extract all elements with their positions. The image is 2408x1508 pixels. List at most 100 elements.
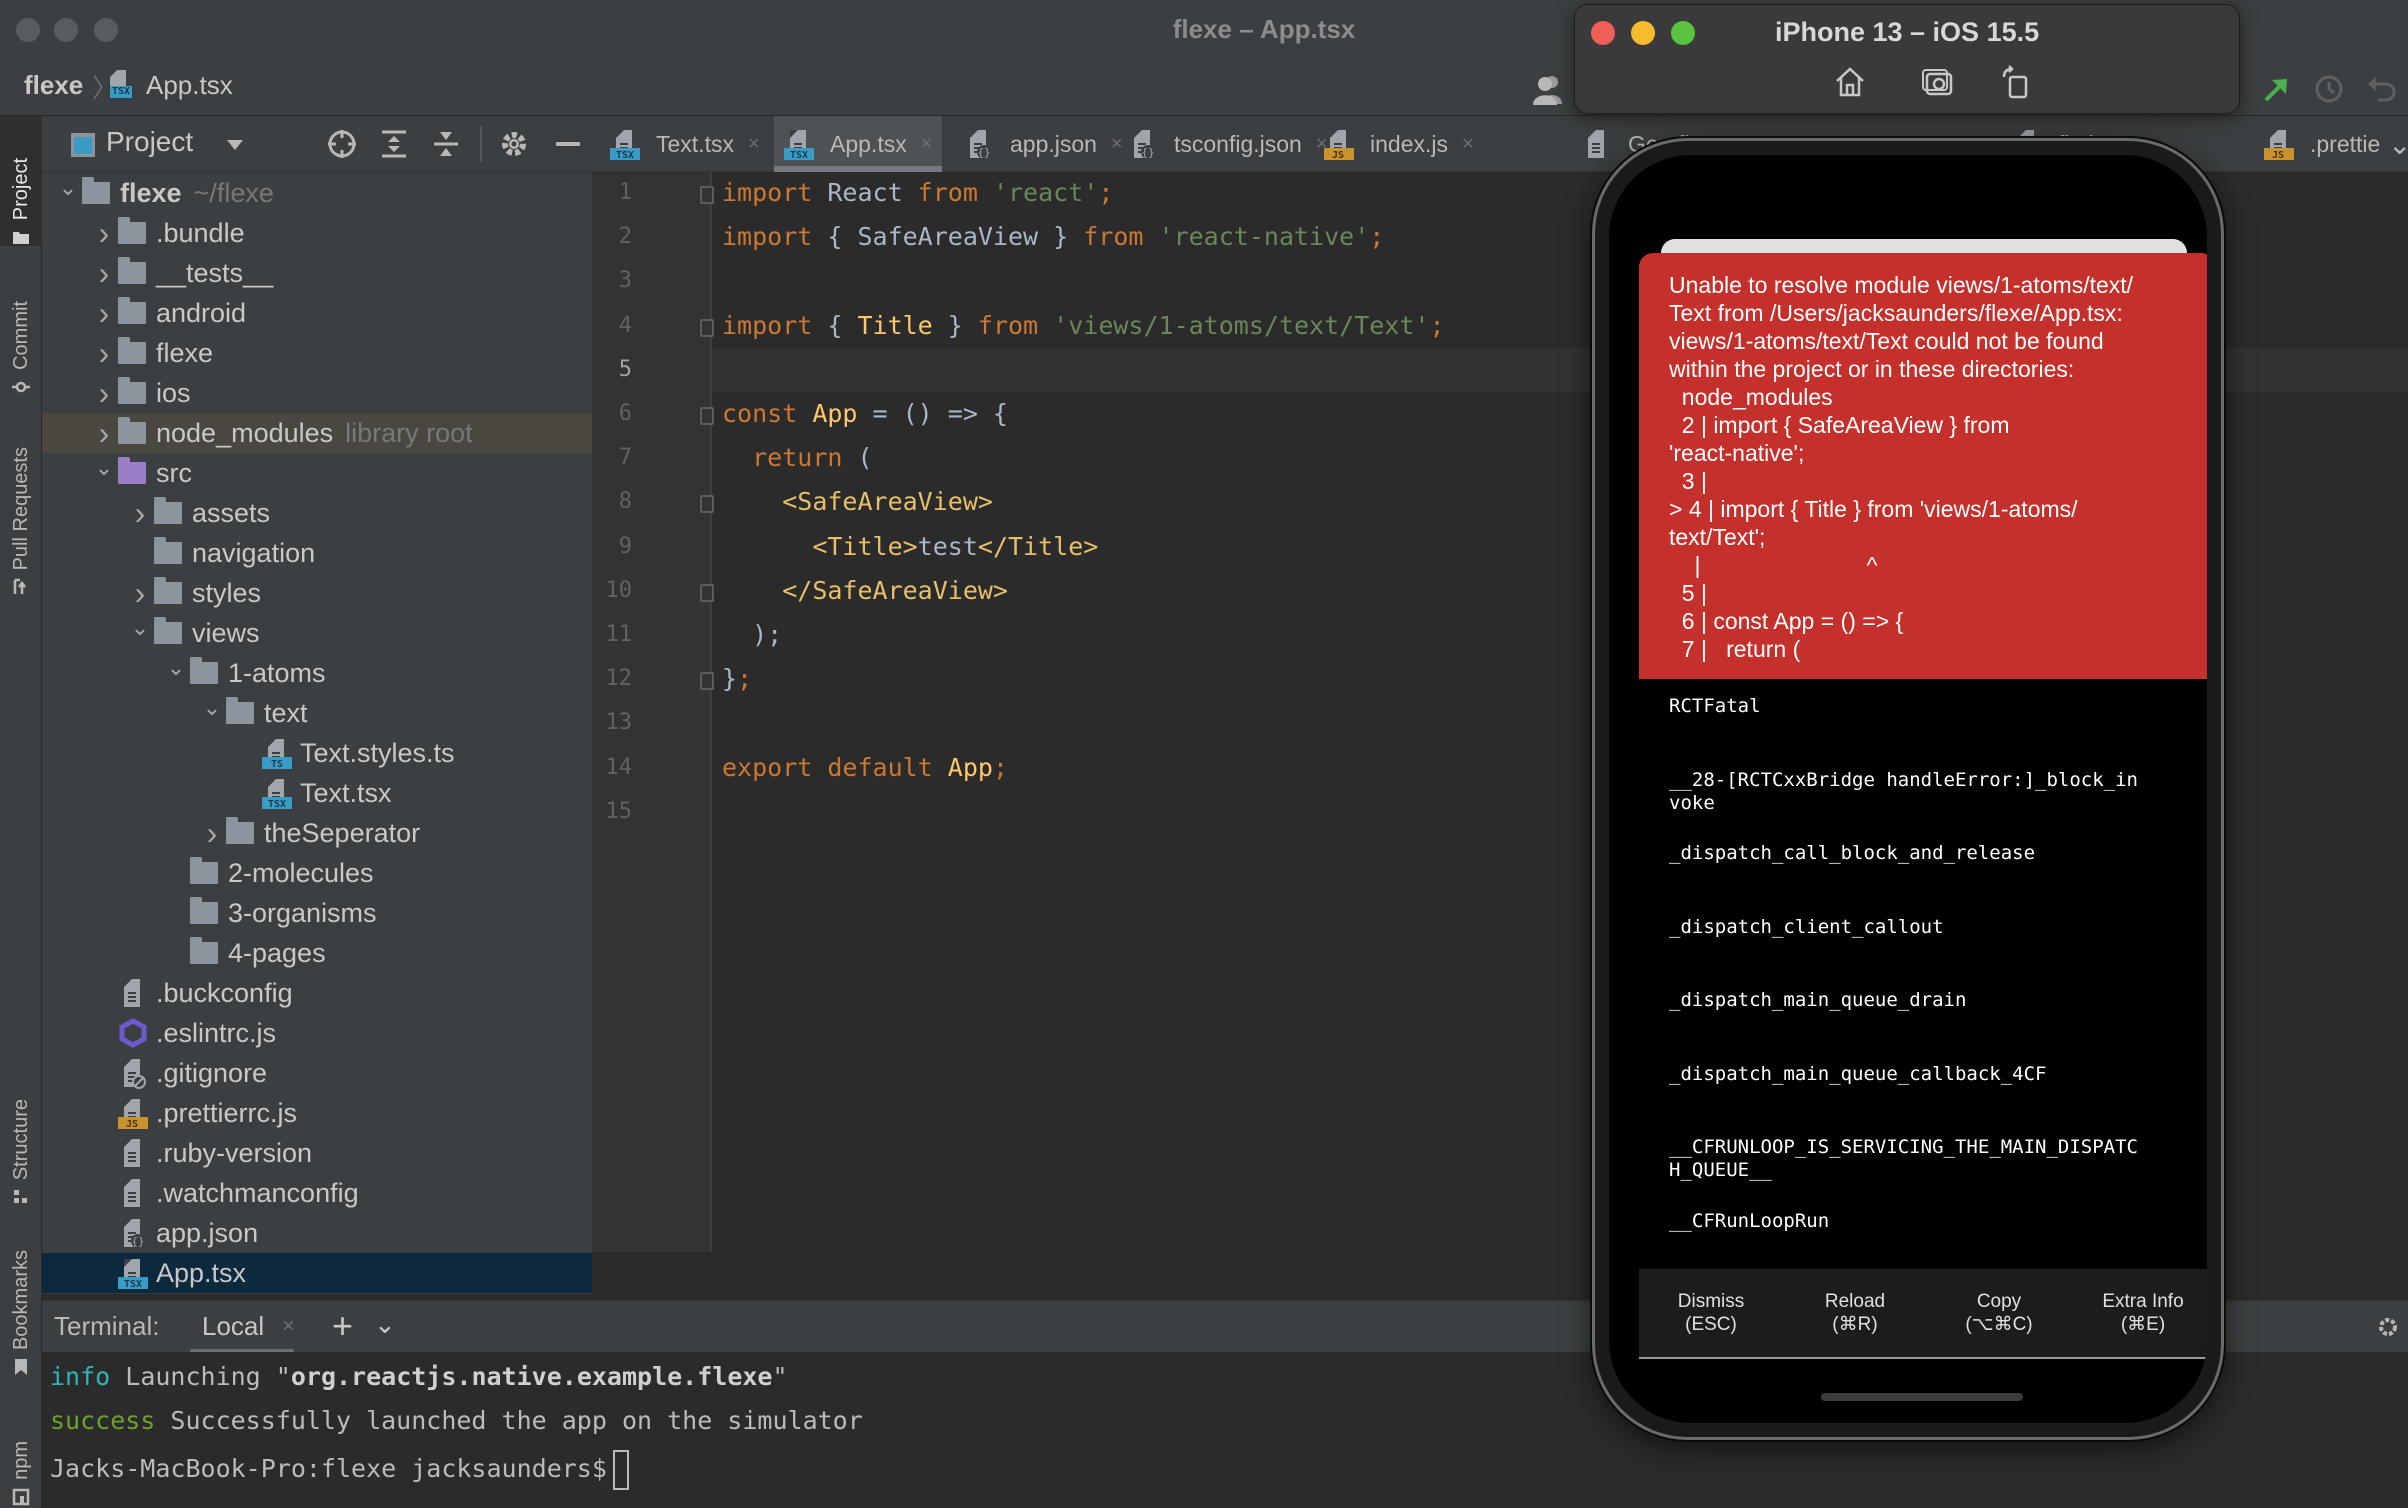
rotate-icon[interactable] [1999,65,2033,99]
rollback-icon[interactable] [2364,72,2398,106]
tab-overflow-chevron-icon[interactable]: ⌄ [2378,116,2408,172]
stack-frame[interactable]: __28-[RCTCxxBridge handleError:]_block_i… [1669,769,2199,815]
tool-commit[interactable]: Commit [0,266,42,396]
chevron-down-icon[interactable]: ⌄ [198,694,226,722]
tree-item[interactable]: › flexe [42,333,592,373]
tree-item[interactable]: 2-molecules [42,853,592,893]
tree-item[interactable]: 4-pages [42,933,592,973]
editor-tab[interactable]: TSX App.tsx × [774,116,943,172]
stack-frame[interactable]: RCTFatal [1669,695,2199,718]
tree-item[interactable]: JS .prettierrc.js [42,1093,592,1133]
tool-project[interactable]: Project [0,116,42,246]
tree-item[interactable]: TSX App.tsx [42,1253,592,1293]
expand-all-icon[interactable] [378,128,410,160]
stack-frame[interactable]: _dispatch_main_queue_callback_4CF [1669,1063,2199,1086]
code-line[interactable]: import { Title } from 'views/1-atoms/tex… [722,311,1445,340]
chevron-right-icon[interactable] [162,859,190,887]
locate-file-icon[interactable] [326,128,358,160]
stack-frame[interactable]: __CFRunLoopRun [1669,1210,2199,1233]
tool-bookmarks[interactable]: Bookmarks [0,1226,42,1376]
home-indicator[interactable] [1821,1393,2023,1401]
tool-npm[interactable]: npm [0,1406,42,1506]
code-line[interactable]: }; [722,664,752,693]
code-line[interactable]: ); [722,620,782,649]
tree-item[interactable]: › assets [42,493,592,533]
editor-tab[interactable]: JS index.js × [1314,116,1484,172]
close-icon[interactable]: × [921,133,933,156]
simulator-zoom-button[interactable] [1671,21,1695,45]
reload-button[interactable]: Reload (⌘R) [1783,1269,1927,1357]
chevron-right-icon[interactable]: › [90,335,118,371]
tree-item[interactable]: › styles [42,573,592,613]
code-line[interactable]: <SafeAreaView> [722,487,993,516]
chevron-right-icon[interactable]: › [90,295,118,331]
stack-frame[interactable]: _dispatch_client_callout [1669,916,2199,939]
tool-pull-requests[interactable]: Pull Requests [0,426,42,596]
project-view-selector[interactable]: Project [106,126,193,158]
tree-item[interactable]: ⌄ flexe ~/flexe [42,173,592,213]
stack-frame[interactable]: _dispatch_call_block_and_release [1669,842,2199,865]
tree-item[interactable]: {} app.json [42,1213,592,1253]
users-icon[interactable] [1532,74,1568,106]
tree-item[interactable]: ⌄ src [42,453,592,493]
fold-marker-icon[interactable] [700,186,714,204]
vcs-push-icon[interactable] [2260,72,2294,106]
collapse-all-icon[interactable] [430,128,462,160]
home-icon[interactable] [1833,65,1867,99]
history-icon[interactable] [2312,72,2346,106]
editor-tab[interactable]: JS .prettie [2254,116,2390,172]
tree-item[interactable]: TS Text.styles.ts [42,733,592,773]
chevron-down-icon[interactable]: ⌄ [126,614,154,642]
stack-frame[interactable]: __CFRUNLOOP_IS_SERVICING_THE_MAIN_DISPAT… [1669,1136,2199,1182]
fold-marker-icon[interactable] [700,583,714,602]
tree-item[interactable]: .watchmanconfig [42,1173,592,1213]
chevron-down-icon[interactable]: ⌄ [374,1309,396,1340]
chevron-right-icon[interactable] [162,939,190,967]
dismiss-button[interactable]: Dismiss (ESC) [1639,1269,1783,1357]
code-line[interactable]: return ( [722,443,872,472]
new-terminal-icon[interactable]: + [332,1305,353,1347]
chevron-right-icon[interactable]: › [126,495,154,531]
terminal-tab-local[interactable]: Local [189,1311,295,1354]
tree-item[interactable]: .gitignore [42,1053,592,1093]
breadcrumb-file[interactable]: App.tsx [146,70,233,101]
chevron-right-icon[interactable]: › [90,415,118,451]
breadcrumb-project[interactable]: flexe [24,70,83,101]
fold-marker-icon[interactable] [700,407,714,425]
tree-item[interactable]: ⌄ text [42,693,592,733]
code-line[interactable]: import { SafeAreaView } from 'react-nati… [722,222,1384,251]
fold-marker-icon[interactable] [700,495,714,514]
chevron-right-icon[interactable] [126,539,154,567]
code-line[interactable]: </SafeAreaView> [722,576,1008,605]
extra-info-button[interactable]: Extra Info (⌘E) [2071,1269,2207,1357]
screenshot-icon[interactable] [1921,65,1955,99]
code-line[interactable]: const App = () => { [722,399,1008,428]
tree-item[interactable]: ⌄ 1-atoms [42,653,592,693]
simulator-close-button[interactable] [1591,21,1615,45]
hide-panel-icon[interactable] [552,128,584,160]
tree-item[interactable]: TSX Text.tsx [42,773,592,813]
tree-item[interactable]: .ruby-version [42,1133,592,1173]
tree-item[interactable]: › .bundle [42,213,592,253]
tree-item[interactable]: navigation [42,533,592,573]
chevron-down-icon[interactable]: ⌄ [54,174,82,202]
chevron-right-icon[interactable]: › [90,255,118,291]
chevron-down-icon[interactable]: ⌄ [90,454,118,482]
chevron-down-icon[interactable] [226,138,244,152]
tree-item[interactable]: ⌄ views [42,613,592,653]
gear-icon[interactable] [2376,1315,2400,1339]
close-icon[interactable]: × [1462,133,1474,156]
code-line[interactable]: import React from 'react'; [722,178,1113,207]
close-icon[interactable]: × [282,1313,295,1339]
tree-item[interactable]: .eslintrc.js [42,1013,592,1053]
code-line[interactable]: <Title>test</Title> [722,532,1098,561]
tree-item[interactable]: .buckconfig [42,973,592,1013]
tree-item[interactable]: › theSeperator [42,813,592,853]
close-icon[interactable]: × [748,133,760,156]
tree-item[interactable]: › android [42,293,592,333]
chevron-right-icon[interactable]: › [198,815,226,851]
tree-item[interactable]: 3-organisms [42,893,592,933]
chevron-down-icon[interactable]: ⌄ [162,654,190,682]
tree-item[interactable]: › __tests__ [42,253,592,293]
tree-item[interactable]: › node_modules library root [42,413,592,453]
